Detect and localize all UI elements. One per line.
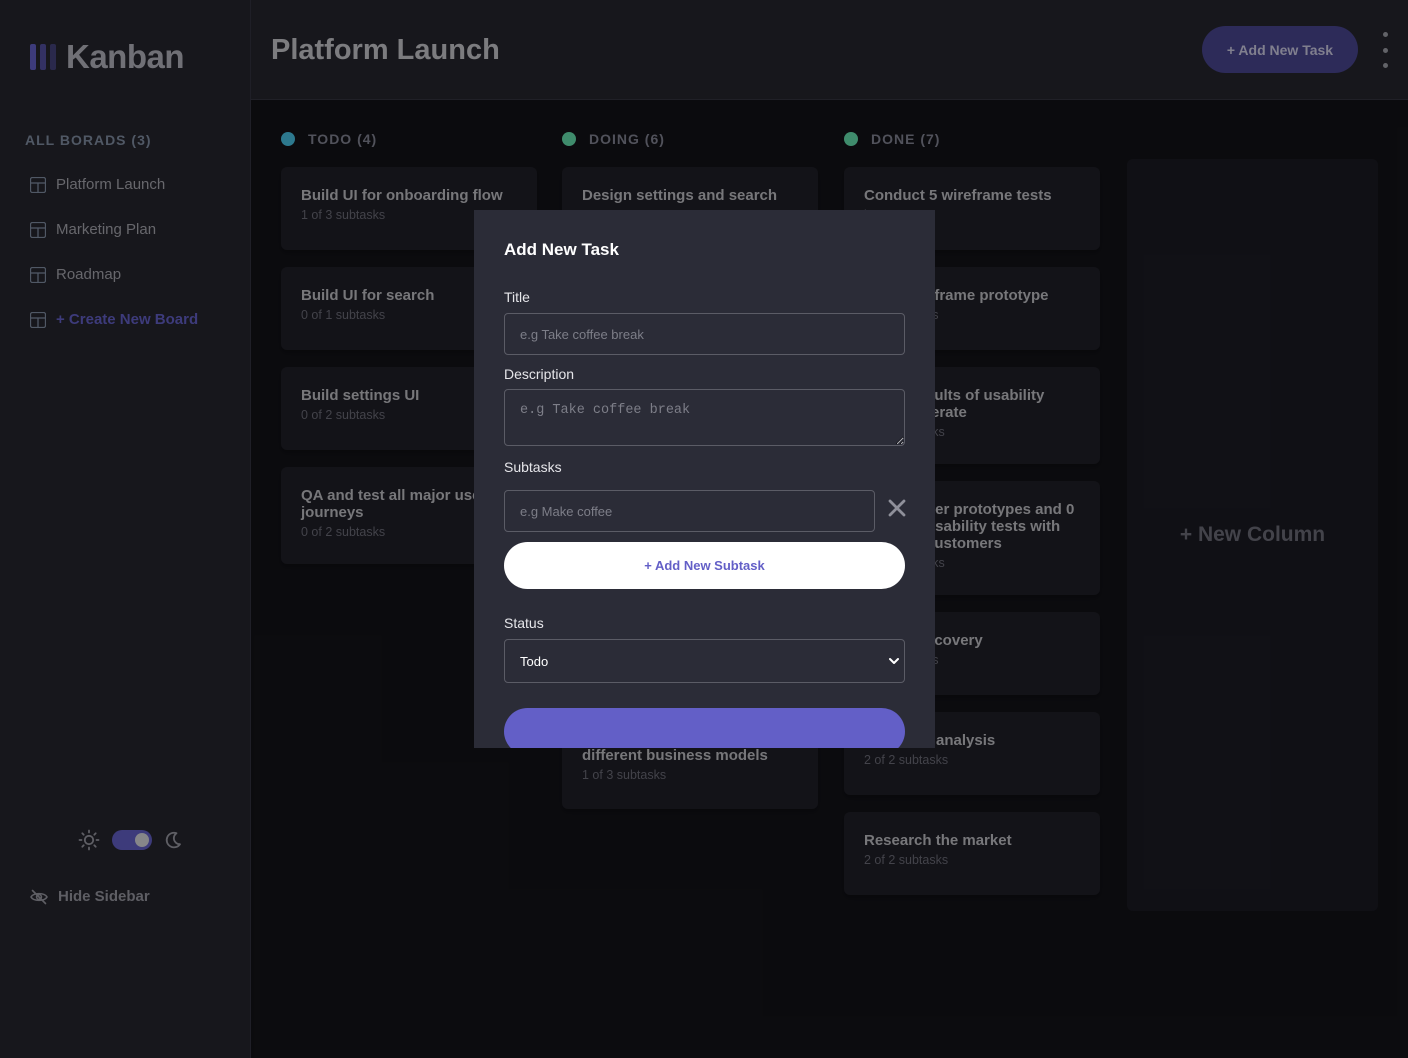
title-label: Title xyxy=(504,289,530,305)
remove-subtask-icon[interactable] xyxy=(886,497,908,519)
add-new-subtask-button[interactable]: + Add New Subtask xyxy=(504,542,905,589)
subtask-input[interactable] xyxy=(504,490,875,532)
create-task-button[interactable] xyxy=(504,708,905,748)
modal-title: Add New Task xyxy=(504,240,619,259)
status-label: Status xyxy=(504,615,544,631)
task-title-input[interactable] xyxy=(504,313,905,355)
chevron-down-icon xyxy=(889,658,899,664)
add-task-modal: Add New Task Title Description Subtasks … xyxy=(474,210,935,748)
status-select[interactable]: Todo xyxy=(504,639,905,683)
description-label: Description xyxy=(504,366,575,382)
subtasks-label: Subtasks xyxy=(504,459,562,475)
task-description-input[interactable] xyxy=(504,389,905,446)
status-selected-value: Todo xyxy=(520,653,549,669)
